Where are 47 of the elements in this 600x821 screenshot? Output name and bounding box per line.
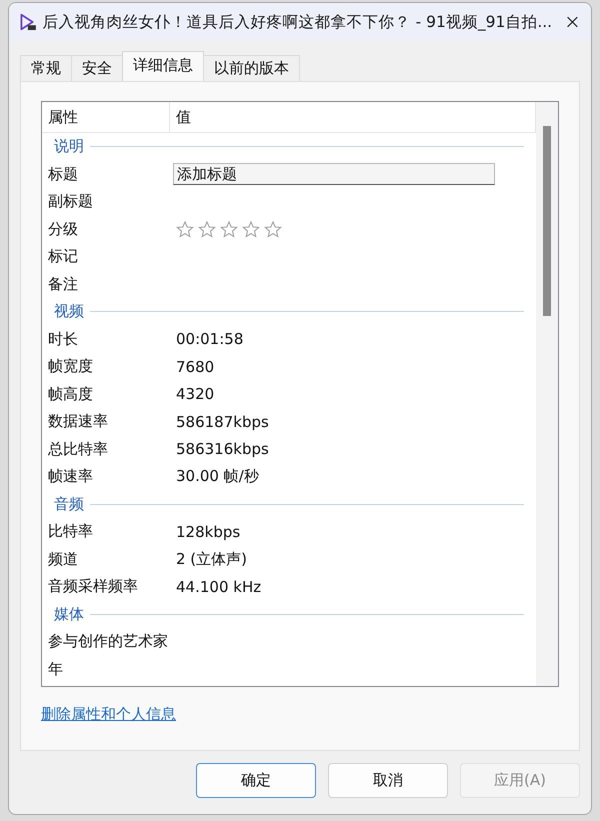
property-name: 时长 <box>47 330 79 349</box>
property-name: 总比特率 <box>47 440 109 459</box>
column-header[interactable]: 属性 <box>42 102 170 132</box>
property-value: 128kbps <box>176 522 240 541</box>
property-name: 音频采样频率 <box>47 577 139 596</box>
property-name: 帧速率 <box>47 467 94 486</box>
section-label: 说明 <box>54 137 84 156</box>
property-value: 7680 <box>176 358 214 376</box>
close-icon[interactable] <box>566 14 579 30</box>
star-icon[interactable] <box>176 220 194 238</box>
tab[interactable]: 以前的版本 <box>203 55 300 81</box>
star-icon[interactable] <box>264 220 282 238</box>
property-name: 分级 <box>47 220 79 239</box>
property-value: 2 (立体声) <box>176 550 248 568</box>
window-title: 后入视角肉丝女仆！道具后入好疼啊这都拿不下你？ - 91视频_91自拍... <box>42 12 552 32</box>
property-name: 帧高度 <box>47 384 94 404</box>
dialog-button[interactable]: 确定 <box>196 763 316 798</box>
property-name: 标记 <box>47 247 79 266</box>
section-label: 视频 <box>54 302 84 322</box>
property-name: 数据速率 <box>47 412 109 432</box>
star-icon[interactable] <box>242 220 260 238</box>
dialog-button[interactable]: 取消 <box>328 763 448 798</box>
star-icon[interactable] <box>220 220 238 238</box>
property-name: 副标题 <box>47 192 94 212</box>
section-label: 媒体 <box>54 604 84 624</box>
property-name: 帧宽度 <box>47 357 94 376</box>
tab[interactable]: 详细信息 <box>122 51 204 81</box>
property-value: 44.100 kHz <box>176 578 262 596</box>
section-label: 音频 <box>54 494 84 514</box>
tab[interactable]: 常规 <box>20 55 72 81</box>
star-icon[interactable] <box>198 220 216 238</box>
property-value: 586187kbps <box>176 412 269 431</box>
property-name: 参与创作的艺术家 <box>47 632 169 652</box>
property-value: 30.00 帧/秒 <box>176 467 259 486</box>
property-name: 频道 <box>47 550 79 569</box>
property-value: 00:01:58 <box>176 330 244 348</box>
property-value: 586316kbps <box>176 440 269 458</box>
scroll-bar[interactable] <box>536 102 558 686</box>
remove-properties-link[interactable]: 删除属性和个人信息 <box>41 705 176 724</box>
property-name: 年 <box>47 660 64 679</box>
property-name: 标题 <box>47 164 79 184</box>
play-icon <box>19 11 37 33</box>
scroll-thumb[interactable] <box>543 126 551 316</box>
property-name: 备注 <box>47 274 79 294</box>
title-field[interactable]: 添加标题 <box>173 163 495 186</box>
property-value: 4320 <box>176 385 214 404</box>
property-name: 比特率 <box>47 522 94 542</box>
